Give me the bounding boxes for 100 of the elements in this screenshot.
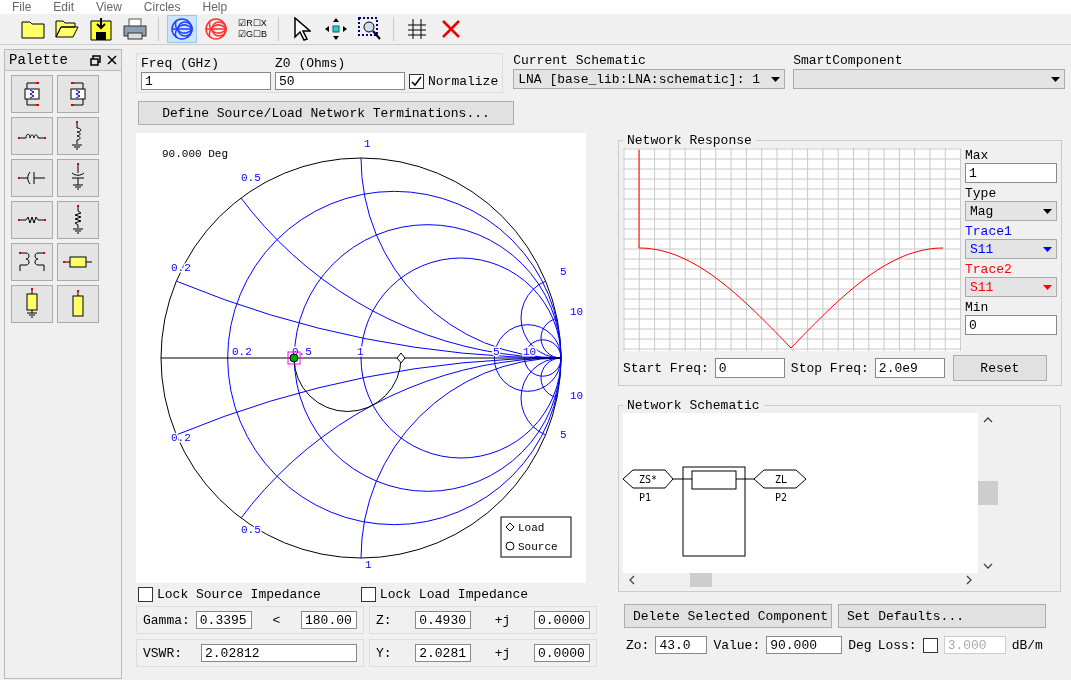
stub-icon bbox=[70, 290, 86, 318]
axis-label: 0.5 bbox=[241, 524, 261, 536]
field-label: Freq (GHz) bbox=[141, 56, 220, 71]
field-label: Max bbox=[965, 148, 990, 163]
angle-sign: < bbox=[272, 612, 281, 628]
frequency-field[interactable]: 1 bbox=[141, 72, 271, 90]
port-name: P1 bbox=[639, 492, 652, 503]
impedance-field[interactable]: 50 bbox=[275, 72, 405, 90]
delete-component-button[interactable]: Delete Selected Component bbox=[624, 604, 832, 628]
scroll-down-icon[interactable] bbox=[983, 563, 993, 569]
palette-button[interactable] bbox=[57, 75, 99, 113]
field-label: Current Schematic bbox=[513, 53, 647, 68]
axis-label: 1 bbox=[357, 346, 364, 358]
menu-item[interactable]: File bbox=[12, 0, 32, 14]
reset-button[interactable]: Reset bbox=[952, 355, 1047, 381]
unit-label: dB/m bbox=[1011, 637, 1043, 653]
checkbox[interactable] bbox=[360, 587, 376, 602]
axis-label: 0.2 bbox=[171, 432, 191, 444]
type-dropdown[interactable]: Mag bbox=[965, 201, 1057, 221]
define-terminations-button[interactable]: Define Source/Load Network Terminations... bbox=[138, 101, 514, 125]
zoom-icon bbox=[358, 17, 382, 41]
checkbox-label: Normalize bbox=[428, 74, 499, 89]
checkbox-label: Lock Load Impedance bbox=[379, 587, 529, 602]
palette-button[interactable] bbox=[57, 159, 99, 197]
imaginary-unit: +j bbox=[494, 645, 511, 661]
field-label: VSWR: bbox=[143, 645, 182, 661]
imaginary-unit: +j bbox=[494, 612, 511, 628]
stub-icon bbox=[24, 288, 40, 320]
scrollbar-thumb[interactable] bbox=[689, 573, 712, 587]
menu-item[interactable]: Edit bbox=[53, 0, 75, 14]
set-defaults-button[interactable]: Set Defaults... bbox=[838, 604, 1046, 628]
trace-dropdown[interactable]: S11 bbox=[965, 239, 1057, 259]
checkbox-label: Lock Source Impedance bbox=[157, 587, 321, 602]
imaginary-part-field[interactable]: 0.0000 bbox=[534, 644, 590, 662]
imaginary-part-field[interactable]: 0.0000 bbox=[534, 611, 590, 629]
capacitor-icon bbox=[18, 171, 46, 185]
field-label: Type bbox=[965, 186, 998, 201]
field-label: Z: bbox=[376, 612, 392, 628]
menu-item[interactable]: View bbox=[96, 0, 122, 14]
menu-item[interactable]: Circles bbox=[143, 0, 181, 14]
checkbox[interactable] bbox=[409, 74, 424, 89]
axis-label: 1 bbox=[365, 559, 372, 571]
value-field[interactable]: 90.000 bbox=[766, 636, 843, 654]
diamond-icon bbox=[505, 522, 515, 532]
axis-label: 0.5 bbox=[241, 172, 261, 184]
coil-icon bbox=[72, 121, 84, 151]
palette-button[interactable] bbox=[11, 75, 53, 113]
gamma-magnitude-field[interactable]: 0.3395 bbox=[195, 611, 252, 629]
legend-label: Load bbox=[518, 522, 545, 534]
palette-button[interactable] bbox=[11, 285, 53, 323]
palette-button[interactable] bbox=[11, 243, 53, 281]
start-frequency-field[interactable]: 0 bbox=[714, 358, 785, 378]
resistor-icon bbox=[72, 205, 84, 235]
axis-label: 5 bbox=[493, 346, 500, 358]
folder-icon bbox=[21, 19, 45, 39]
scroll-right-icon[interactable] bbox=[966, 575, 972, 585]
schematic-dropdown[interactable]: LNA [base_lib:LNA:schematic]: 1 bbox=[513, 69, 786, 89]
pointer-icon bbox=[293, 17, 311, 41]
display-toggle-button[interactable]: ☑R☐X ☑G☐B bbox=[235, 15, 270, 43]
scrollbar-thumb[interactable] bbox=[978, 481, 998, 505]
resistor-icon bbox=[18, 215, 46, 225]
min-field[interactable]: 0 bbox=[965, 315, 1057, 335]
field-label: Start Freq: bbox=[623, 360, 709, 376]
panel-title: Network Response bbox=[626, 133, 753, 148]
vswr-field[interactable]: 2.02812 bbox=[201, 644, 357, 662]
legend-box bbox=[500, 516, 572, 558]
palette-button[interactable] bbox=[57, 201, 99, 239]
real-part-field[interactable]: 2.0281 bbox=[415, 644, 472, 662]
axis-label: 10 bbox=[570, 306, 584, 318]
close-icon[interactable] bbox=[107, 55, 117, 65]
palette-button[interactable] bbox=[57, 285, 99, 323]
gamma-angle-field[interactable]: 180.00 bbox=[301, 611, 357, 629]
stop-frequency-field[interactable]: 2.0e9 bbox=[874, 358, 945, 378]
field-label: Stop Freq: bbox=[790, 360, 869, 376]
palette-button[interactable] bbox=[11, 159, 53, 197]
caret-icon bbox=[1043, 246, 1052, 252]
axis-label: 5 bbox=[560, 429, 567, 441]
restore-icon[interactable] bbox=[90, 54, 101, 66]
port-label: ZL bbox=[775, 474, 788, 485]
axis-label: 1 bbox=[364, 138, 371, 150]
move-icon bbox=[324, 17, 348, 41]
grid-icon bbox=[407, 18, 427, 40]
palette-button[interactable] bbox=[57, 243, 99, 281]
menu-item[interactable]: Help bbox=[202, 0, 228, 14]
palette-button[interactable] bbox=[11, 201, 53, 239]
checkbox[interactable] bbox=[138, 587, 153, 602]
palette-button[interactable] bbox=[57, 117, 99, 155]
field-label: Min bbox=[965, 300, 990, 315]
delete-icon bbox=[441, 19, 461, 39]
caret-icon bbox=[1043, 284, 1052, 290]
scroll-up-icon[interactable] bbox=[983, 417, 993, 423]
palette-button[interactable] bbox=[11, 117, 53, 155]
field-label: Gamma: bbox=[143, 612, 190, 628]
real-part-field[interactable]: 0.4930 bbox=[415, 611, 472, 629]
scroll-left-icon[interactable] bbox=[629, 575, 635, 585]
circle-icon bbox=[505, 541, 515, 551]
max-field[interactable]: 1 bbox=[965, 163, 1057, 183]
panel-title: Palette bbox=[9, 52, 69, 68]
field-label: Zo: bbox=[626, 637, 650, 653]
zo-field[interactable]: 43.0 bbox=[655, 636, 708, 654]
